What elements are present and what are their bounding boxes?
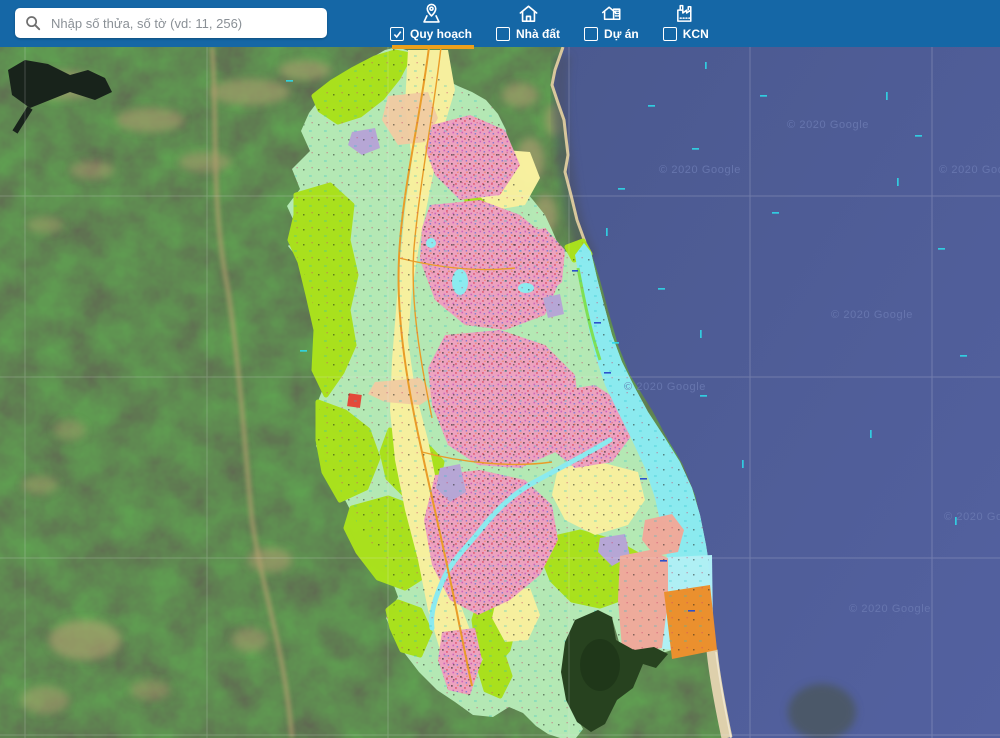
- search-box[interactable]: [15, 8, 327, 38]
- house-icon: [517, 2, 540, 25]
- google-watermark: © 2020 Google: [939, 164, 1000, 176]
- google-watermark: © 2020 Google: [787, 119, 869, 131]
- layer-tabs: Quy hoạch Nhà đ: [378, 0, 721, 47]
- checkbox-nha-dat[interactable]: [496, 27, 510, 41]
- tab-quy-hoach[interactable]: Quy hoạch: [378, 0, 484, 49]
- search-input[interactable]: [49, 15, 327, 32]
- factory-icon: [674, 2, 697, 25]
- tab-label: Nhà đất: [516, 27, 560, 41]
- checkbox-du-an[interactable]: [584, 27, 598, 41]
- google-watermark: © 2020 Google: [831, 309, 913, 321]
- checkbox-kcn[interactable]: [663, 27, 677, 41]
- tab-kcn[interactable]: KCN: [651, 0, 721, 49]
- pin-map-icon: [420, 2, 443, 25]
- topbar: Quy hoạch Nhà đ: [0, 0, 1000, 47]
- map-canvas[interactable]: © 2020 Google © 2020 Google © 2020 Googl…: [0, 47, 1000, 738]
- checkbox-quy-hoach[interactable]: [390, 27, 404, 41]
- tab-du-an[interactable]: Dự án: [572, 0, 651, 49]
- tab-label: KCN: [683, 27, 709, 41]
- google-watermark: © 2020 Google: [849, 603, 931, 615]
- land-planning-app: Quy hoạch Nhà đ: [0, 0, 1000, 738]
- google-watermark: © 2020 Google: [624, 381, 706, 393]
- google-watermark: © 2020 Google: [659, 164, 741, 176]
- tab-label: Quy hoạch: [410, 27, 472, 41]
- tab-nha-dat[interactable]: Nhà đất: [484, 0, 572, 49]
- ocean-dark-patch: [788, 684, 856, 738]
- building-icon: [600, 2, 623, 25]
- tab-label: Dự án: [604, 27, 639, 41]
- search-icon: [25, 15, 41, 31]
- map-svg: © 2020 Google © 2020 Google © 2020 Googl…: [0, 47, 1000, 738]
- google-watermark: © 2020 Google: [944, 511, 1000, 523]
- check-icon: [393, 30, 402, 39]
